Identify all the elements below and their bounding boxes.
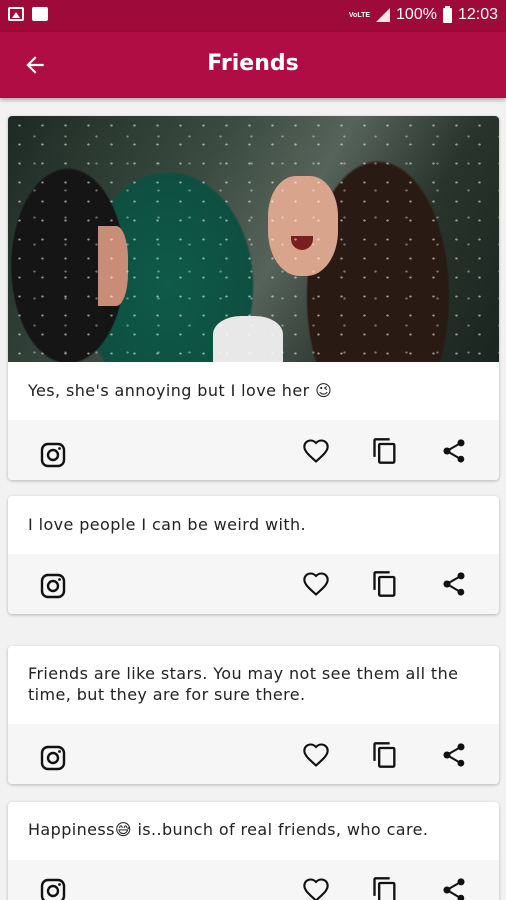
card-actions — [8, 420, 499, 480]
heart-icon[interactable] — [302, 437, 330, 465]
quote-card: Happiness😅 is..bunch of real friends, wh… — [8, 802, 499, 900]
quote-card: Yes, she's annoying but I love her 😉 — [8, 116, 499, 480]
quote-image — [8, 116, 499, 362]
clock: 12:03 — [457, 6, 498, 23]
share-icon[interactable] — [440, 437, 468, 465]
heart-icon[interactable] — [302, 876, 330, 900]
instagram-icon[interactable] — [39, 441, 67, 469]
battery-icon — [442, 5, 452, 23]
quote-card: Friends are like stars. You may not see … — [8, 646, 499, 784]
quote-text: Friends are like stars. You may not see … — [28, 664, 459, 704]
quote-card: I love people I can be weird with. — [8, 496, 499, 614]
copy-icon[interactable] — [371, 570, 399, 598]
instagram-icon[interactable] — [39, 877, 67, 900]
sweat-smile-emoji: 😅 — [114, 820, 132, 839]
quote-text: Yes, she's annoying but I love her 😉 — [28, 381, 333, 400]
app-bar: Friends — [0, 32, 506, 98]
instagram-icon[interactable] — [39, 572, 67, 600]
calendar-notification-icon — [32, 7, 48, 21]
heart-icon[interactable] — [302, 570, 330, 598]
wink-emoji: 😉 — [315, 381, 333, 400]
page-title: Friends — [207, 51, 299, 76]
quote-text: Happiness😅 is..bunch of real friends, wh… — [28, 820, 429, 839]
heart-icon[interactable] — [302, 741, 330, 769]
instagram-icon[interactable] — [39, 744, 67, 772]
share-icon[interactable] — [440, 570, 468, 598]
share-icon[interactable] — [440, 741, 468, 769]
share-icon[interactable] — [440, 876, 468, 900]
card-actions — [8, 860, 499, 900]
quote-text: I love people I can be weird with. — [28, 515, 307, 534]
card-actions — [8, 724, 499, 784]
copy-icon[interactable] — [371, 437, 399, 465]
signal-icon — [376, 8, 391, 22]
battery-percent: 100% — [396, 6, 437, 23]
copy-icon[interactable] — [371, 741, 399, 769]
card-actions — [8, 554, 499, 614]
gallery-notification-icon — [8, 7, 24, 21]
copy-icon[interactable] — [371, 876, 399, 900]
volte-indicator: VoLTE — [348, 11, 371, 19]
status-bar: VoLTE 100% 12:03 — [0, 0, 506, 32]
